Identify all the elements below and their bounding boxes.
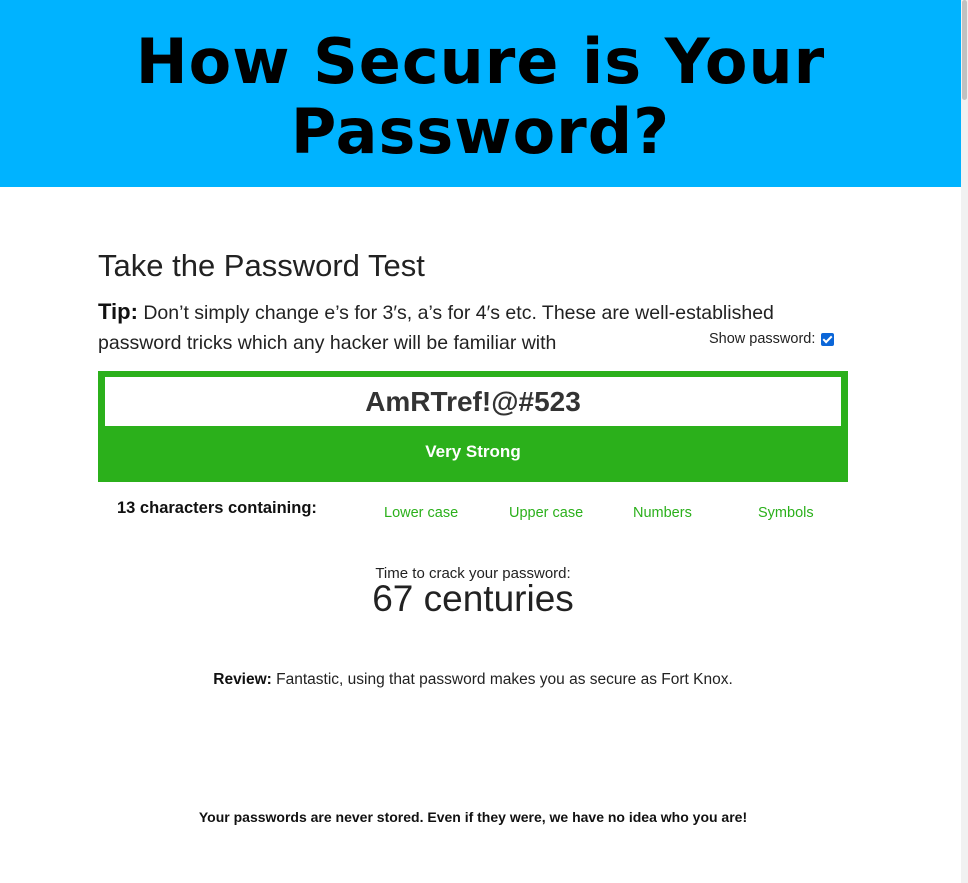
review-body: Fantastic, using that password makes you… <box>271 671 733 688</box>
page-header: How Secure is Your Password? <box>0 0 961 187</box>
show-password-checkbox[interactable] <box>821 332 835 346</box>
privacy-note: Your passwords are never stored. Even if… <box>198 809 748 825</box>
page-title: How Secure is Your Password? <box>135 24 826 168</box>
section-title: Take the Password Test <box>98 248 425 283</box>
character-summary: 13 characters containing: <box>117 499 317 517</box>
strength-label: Very Strong <box>425 442 521 461</box>
password-input[interactable] <box>105 377 841 426</box>
tip-body: Don’t simply change e’s for 3′s, a’s for… <box>98 302 774 354</box>
crack-time-value: 67 centuries <box>372 578 574 619</box>
tip-label: Tip: <box>98 299 138 324</box>
criterion-lower-case: Lower case <box>384 505 459 521</box>
criterion-symbols: Symbols <box>758 505 814 521</box>
show-password-label: Show password: <box>709 331 816 347</box>
criterion-upper-case: Upper case <box>509 505 584 521</box>
scrollbar-thumb[interactable] <box>962 0 967 100</box>
show-password-toggle[interactable]: Show password: <box>709 331 835 347</box>
review-text: Review: Fantastic, using that password m… <box>0 671 946 689</box>
password-strength-meter: Very Strong <box>98 371 848 482</box>
tip-text: Tip: Don’t simply change e’s for 3′s, a’… <box>98 297 818 358</box>
criterion-numbers: Numbers <box>633 505 692 521</box>
review-label: Review: <box>213 671 272 688</box>
scrollbar[interactable] <box>961 0 968 883</box>
